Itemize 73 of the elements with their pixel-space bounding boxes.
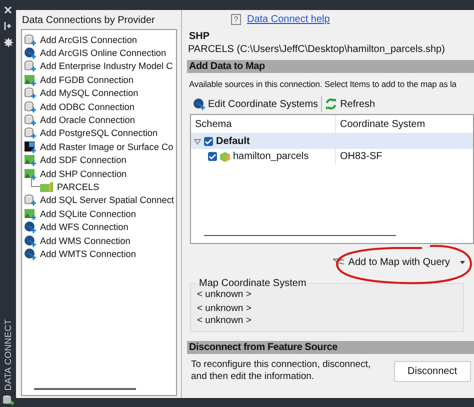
toolbar-button[interactable]: Edit Coordinate Systems: [190, 98, 322, 110]
database-icon: [2, 395, 14, 405]
provider-item[interactable]: Add SHP Connection: [40, 168, 127, 179]
globe-icon: [24, 221, 36, 234]
globe-icon: [24, 234, 36, 247]
section-description: Available sources in this connection. Select Items to add to the map as la: [189, 79, 458, 89]
disconnect-button[interactable]: Disconnect: [394, 361, 471, 382]
settings-icon[interactable]: [4, 38, 12, 47]
provider-item[interactable]: Add PostgreSQL Connection: [40, 128, 158, 138]
provider-item[interactable]: Add WFS Connection: [40, 222, 128, 232]
scrollbar[interactable]: [204, 235, 396, 236]
file-icon: [24, 168, 36, 180]
provider-item[interactable]: Add SDF Connection: [40, 155, 126, 166]
database-icon: [24, 100, 36, 113]
globe-icon: [24, 248, 36, 260]
file-icon: [24, 208, 36, 220]
column-header[interactable]: Schema: [191, 118, 232, 130]
coordinate-value: < unknown >: [197, 303, 252, 315]
provider-item[interactable]: Add ODBC Connection: [40, 102, 134, 112]
filter-icon: [333, 257, 346, 267]
collapse-icon[interactable]: [194, 138, 201, 144]
close-icon[interactable]: [4, 6, 12, 14]
connection-type: SHP: [189, 31, 211, 42]
palette-title: DATA CONNECT: [3, 319, 13, 391]
provider-item[interactable]: Add FGDB Connection: [40, 74, 134, 85]
coordinate-value: < unknown >: [197, 289, 252, 301]
tree-row[interactable]: hamilton_parcels OH83-SF: [191, 149, 473, 164]
group-title: Map Coordinate System: [198, 278, 308, 289]
provider-item[interactable]: Add ArcGIS Online Connection: [40, 48, 166, 58]
pin-icon[interactable]: [4, 22, 12, 30]
provider-item[interactable]: PARCELS: [57, 182, 100, 192]
help-link[interactable]: Data Connect help: [247, 14, 330, 24]
file-icon: [24, 154, 36, 166]
table-cell-text: OH83-SF: [339, 151, 382, 162]
globe-icon: [24, 47, 36, 60]
coordinate-value: < unknown >: [197, 315, 252, 327]
connection-path: PARCELS (C:\Users\JeffC\Desktop\hamilton_parcels.shp): [188, 44, 446, 55]
database-icon: [24, 60, 36, 72]
scrollbar[interactable]: [34, 388, 136, 390]
database-icon: [24, 87, 36, 100]
section-header: Disconnect from Feature Source: [187, 341, 474, 354]
raster-icon: [24, 140, 36, 153]
cube-icon: [220, 152, 230, 162]
provider-item[interactable]: Add SQL Server Spatial Connect: [40, 195, 174, 206]
layer-icon: [40, 181, 53, 192]
checkbox[interactable]: [208, 152, 217, 161]
checkbox[interactable]: [204, 137, 213, 146]
disconnect-text: To reconfigure this connection, disconnect, and then edit the information.: [191, 359, 372, 383]
provider-item[interactable]: Add Oracle Connection: [40, 115, 135, 126]
provider-item[interactable]: Add Enterprise Industry Model C: [40, 61, 173, 72]
file-icon: [24, 74, 36, 86]
database-icon: [24, 114, 36, 126]
panel-title: Data Connections by Provider: [22, 15, 156, 26]
provider-item[interactable]: Add Raster Image or Surface Co: [40, 142, 174, 152]
database-icon: [24, 34, 36, 46]
dropdown-icon[interactable]: [460, 260, 465, 264]
tree-item: Default: [216, 136, 250, 147]
provider-item[interactable]: Add WMS Connection: [40, 236, 130, 246]
add-query-button[interactable]: Add to Map with Query: [330, 254, 468, 270]
provider-item[interactable]: Add WMTS Connection: [40, 248, 136, 259]
globe-icon: [193, 98, 205, 110]
provider-item[interactable]: Add ArcGIS Connection: [40, 34, 138, 45]
provider-item[interactable]: Add MySQL Connection: [40, 88, 138, 98]
tree-row[interactable]: Default: [191, 134, 473, 149]
tree-item: hamilton_parcels: [233, 151, 309, 162]
section-header: Add Data to Map: [187, 60, 474, 73]
toolbar-button[interactable]: Refresh: [322, 98, 378, 110]
database-icon: [24, 194, 36, 206]
database-icon: [24, 127, 36, 140]
refresh-icon: [325, 98, 338, 110]
provider-item[interactable]: Add SQLite Connection: [40, 208, 136, 219]
column-header[interactable]: Coordinate System: [336, 118, 426, 130]
help-icon: ?: [231, 14, 241, 24]
